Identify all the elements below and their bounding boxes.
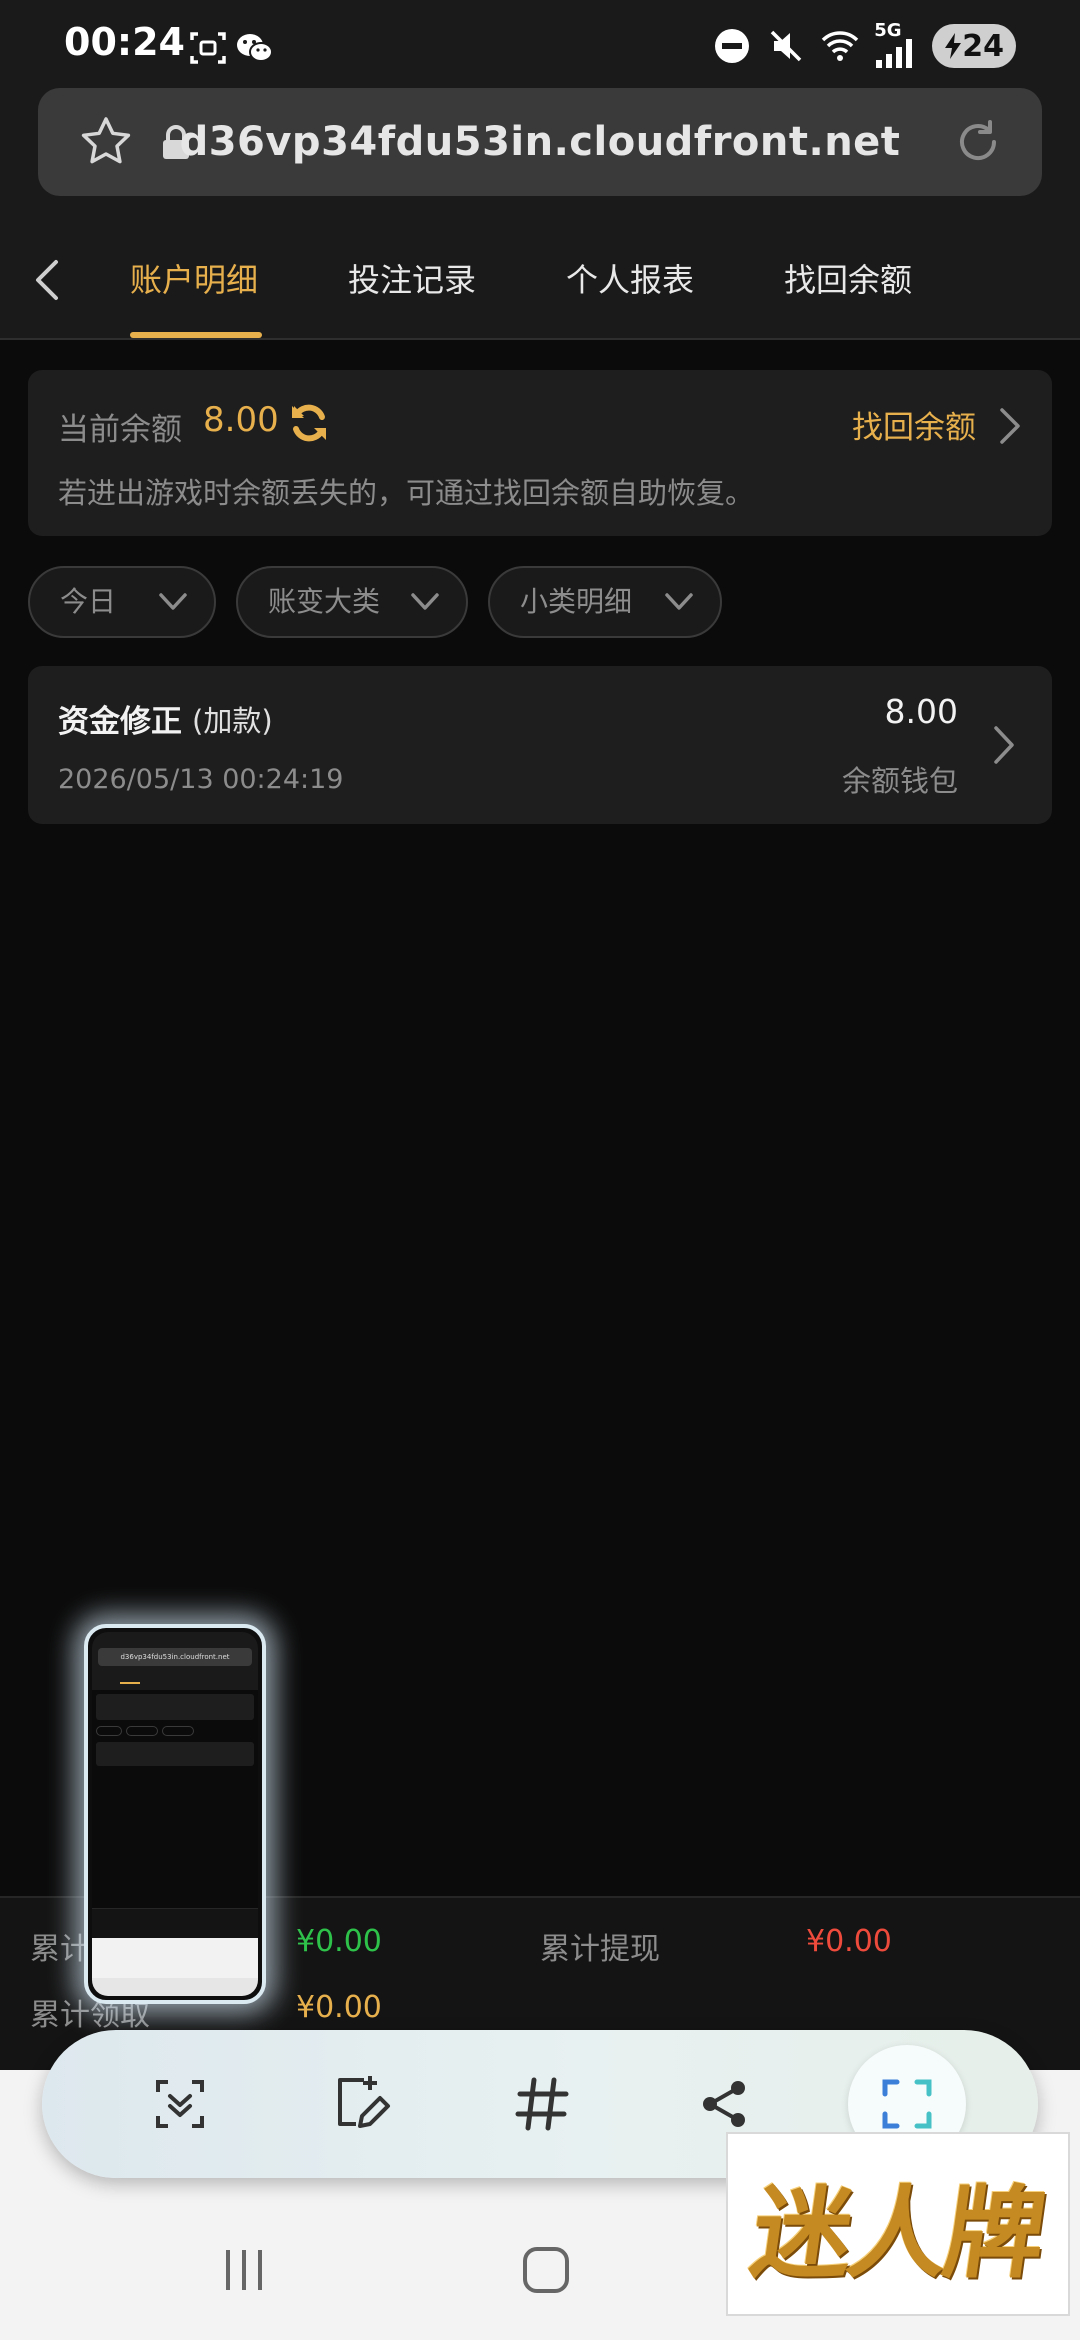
summary-label-total: 累计 <box>30 1932 90 1967</box>
url-text[interactable]: d36vp34fdu53in.cloudfront.net <box>38 88 1042 196</box>
tab-recover-balance[interactable]: 找回余额 <box>784 250 912 310</box>
balance-card: 当前余额 8.00 找回余额 若进出游戏时余额丢失的，可通过找回余额自助恢复。 <box>28 370 1052 536</box>
refresh-icon[interactable] <box>286 400 332 446</box>
recent-apps-icon[interactable] <box>214 2240 274 2300</box>
date-filter[interactable]: 今日 <box>28 566 216 638</box>
recover-balance-link[interactable]: 找回余额 <box>852 402 976 447</box>
scroll-capture-icon <box>156 2080 204 2128</box>
balance-value: 8.00 <box>203 400 279 440</box>
tab-personal-report[interactable]: 个人报表 <box>566 250 694 310</box>
thumbnail-transaction-row <box>96 1742 254 1766</box>
reload-icon[interactable] <box>950 114 1006 170</box>
thumbnail-balance-card <box>96 1694 254 1720</box>
transaction-title: 资金修正 <box>58 704 182 740</box>
screenshot-notification-icon <box>190 32 226 64</box>
thumbnail-filter <box>162 1726 194 1736</box>
chevron-down-icon <box>159 593 187 610</box>
share-icon <box>703 2081 745 2127</box>
status-time: 00:24 <box>64 20 185 64</box>
subcategory-filter-label: 小类明细 <box>520 585 633 618</box>
transaction-time: 2026/05/13 00:24:19 <box>58 764 344 795</box>
thumbnail-screen: d36vp34fdu53in.cloudfront.net <box>92 1632 258 1996</box>
watermark-logo: 迷人牌 <box>726 2132 1070 2316</box>
tab-account-details[interactable]: 账户明细 <box>130 250 258 310</box>
tab-bar: 账户明细 投注记录 个人报表 找回余额 <box>0 220 1080 340</box>
transaction-subtype: (加款) <box>192 704 273 738</box>
url-bar[interactable]: d36vp34fdu53in.cloudfront.net <box>38 88 1042 196</box>
summary-value-total: ¥0.00 <box>296 1924 382 1959</box>
charging-icon <box>945 33 962 59</box>
cellular-signal-icon: 5G <box>874 20 918 68</box>
draw-button[interactable] <box>320 2062 404 2146</box>
battery-level: 24 <box>962 28 1004 64</box>
subcategory-filter[interactable]: 小类明细 <box>488 566 722 638</box>
hashtag-icon <box>515 2077 569 2131</box>
chevron-right-icon[interactable] <box>998 406 1022 446</box>
home-icon[interactable] <box>516 2240 576 2300</box>
summary-label-withdrawal: 累计提现 <box>540 1932 660 1967</box>
chevron-down-icon <box>665 593 693 610</box>
balance-label: 当前余额 <box>58 412 182 448</box>
active-tab-indicator <box>130 332 262 338</box>
thumbnail-tab-indicator <box>120 1682 140 1684</box>
category-filter[interactable]: 账变大类 <box>236 566 468 638</box>
transaction-wallet: 余额钱包 <box>841 764 958 798</box>
crop-icon <box>882 2079 932 2129</box>
wifi-icon <box>822 31 859 61</box>
status-icons: 5G 24 <box>712 20 1016 70</box>
back-icon[interactable] <box>28 256 68 304</box>
date-filter-label: 今日 <box>60 585 117 618</box>
category-filter-label: 账变大类 <box>268 585 381 618</box>
do-not-disturb-icon <box>715 29 750 63</box>
transaction-row[interactable]: 资金修正 (加款) 2026/05/13 00:24:19 8.00 余额钱包 <box>28 666 1052 824</box>
battery-indicator: 24 <box>932 24 1016 68</box>
thumbnail-filter <box>96 1726 122 1736</box>
status-bar: 00:24 5G 24 <box>0 0 1080 90</box>
thumbnail-url: d36vp34fdu53in.cloudfront.net <box>98 1648 252 1666</box>
thumbnail-summary <box>92 1908 258 1938</box>
transaction-amount: 8.00 <box>884 692 958 731</box>
hashtag-button[interactable] <box>500 2062 584 2146</box>
wechat-icon <box>237 34 273 62</box>
screenshot-thumbnail[interactable]: d36vp34fdu53in.cloudfront.net <box>84 1624 266 2004</box>
watermark-text: 迷人牌 <box>744 2173 1050 2292</box>
tab-bet-records[interactable]: 投注记录 <box>348 250 476 310</box>
thumbnail-system-nav <box>92 1978 258 1996</box>
scroll-capture-button[interactable] <box>138 2062 222 2146</box>
thumbnail-browser-nav <box>92 1938 258 1978</box>
draw-icon <box>338 2076 390 2128</box>
chevron-down-icon <box>411 593 439 610</box>
balance-note: 若进出游戏时余额丢失的，可通过找回余额自助恢复。 <box>58 476 755 510</box>
summary-value-claimed: ¥0.00 <box>296 1990 382 2025</box>
thumbnail-filter <box>126 1726 158 1736</box>
chevron-right-icon[interactable] <box>992 724 1016 766</box>
mute-icon <box>771 30 802 62</box>
summary-value-withdrawal: ¥0.00 <box>806 1924 892 1959</box>
